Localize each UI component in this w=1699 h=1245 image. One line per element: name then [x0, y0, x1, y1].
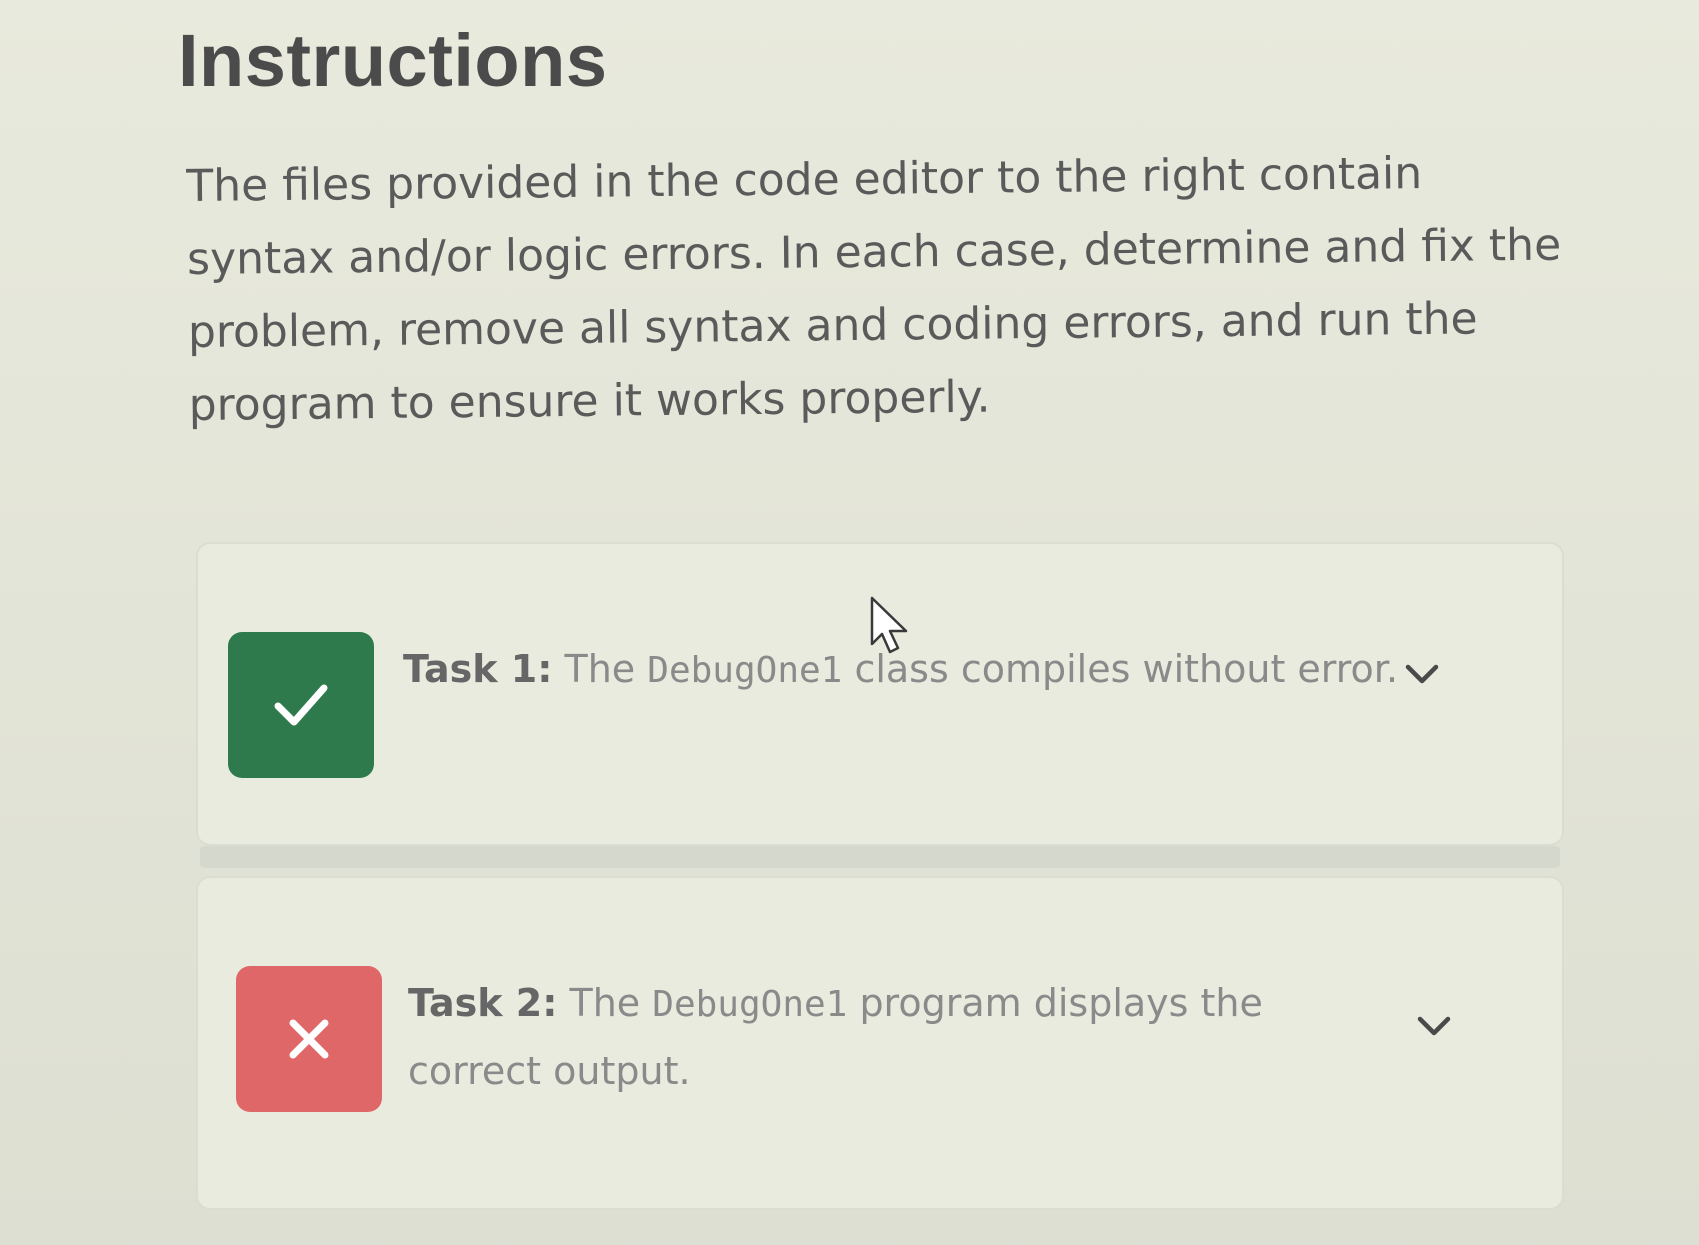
task-1-code: DebugOne1 — [647, 650, 843, 691]
task-1-text-before: The — [564, 647, 648, 691]
x-icon — [289, 1019, 329, 1059]
check-icon — [274, 684, 328, 726]
task-2-label: Task 2: — [408, 981, 558, 1025]
instructions-text: The files provided in the code editor to… — [186, 148, 1562, 431]
task-2-text-before: The — [569, 981, 653, 1025]
mouse-cursor-icon — [870, 596, 908, 654]
task-2-description: Task 2: The DebugOne1 program displays t… — [408, 970, 1408, 1104]
chevron-down-icon[interactable] — [1414, 1006, 1454, 1046]
task-1-label: Task 1: — [403, 647, 553, 691]
page-title: Instructions — [178, 19, 608, 102]
chevron-down-icon[interactable] — [1402, 654, 1442, 694]
task-1-text-after: class compiles without error. — [842, 647, 1399, 691]
task-card-2[interactable]: Task 2: The DebugOne1 program displays t… — [196, 876, 1564, 1210]
task-divider — [200, 846, 1560, 868]
task-card-1[interactable]: Task 1: The DebugOne1 class compiles wit… — [196, 542, 1564, 846]
instructions-page: Instructions The files provided in the c… — [0, 0, 1699, 1245]
task-2-code: DebugOne1 — [652, 984, 848, 1025]
task-1-status-badge — [228, 632, 374, 778]
task-2-status-badge — [236, 966, 382, 1112]
